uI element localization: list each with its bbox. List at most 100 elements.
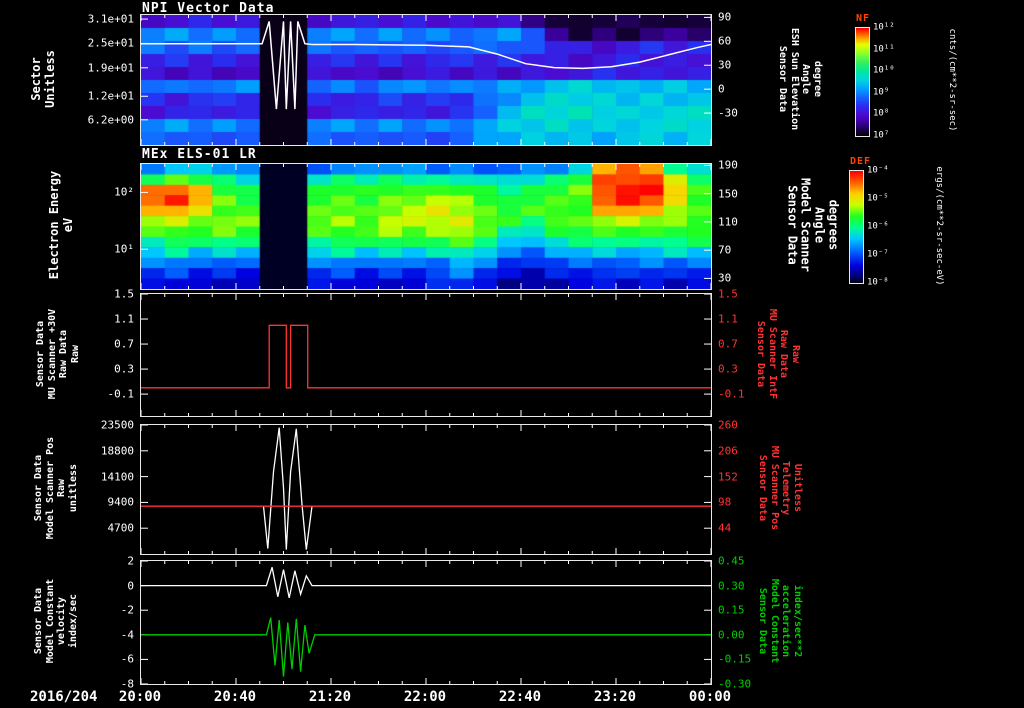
mu-scanner-30v-plot [141,294,711,416]
tick-label: 3.1e+01 [87,12,134,26]
tick-label: -0.1 [718,387,745,401]
tick-label: -2 [120,603,134,617]
axis-label-line: MU Scanner IntF [767,308,778,400]
time-tick-label: 23:20 [593,689,637,705]
tick-label: 1.1 [718,312,738,326]
axis-label-line: Model Scanner Pos [44,436,56,540]
def-gradient [850,171,863,283]
axis-label-line: MU Scanner +30V [46,308,58,400]
colorbar-tick-label: 10⁻⁴ [867,165,889,176]
model-velocity-line [141,567,711,599]
time-tick-label: 00:00 [688,689,732,705]
nf-gradient [856,28,869,136]
tick-label: 152 [718,470,738,484]
axis-label-line: velocity [56,596,67,646]
axis-label-line: Angle [812,206,827,244]
colorbar-tick-label: 10⁻⁸ [867,277,889,288]
axis-label-line: ESH Sun Elevation [789,27,800,131]
tick-label: 90 [718,10,732,24]
axis-label-line: Sensor Data [777,45,789,113]
axis-label-line: Sector [29,57,44,101]
colorbar1-unit-label: cnts/(cm**2-sr-sec) [947,29,957,132]
colorbar-tick-label: 10⁹ [873,87,890,98]
axis-label-line: Model Constant [44,578,56,664]
tick-label: 0.30 [718,579,745,593]
tick-label: 0.3 [718,362,738,376]
panel4-left-label: Sensor Data Model Scanner Pos Raw unitless [33,437,79,539]
tick-label: -0.30 [718,677,752,691]
nf-colorbar: 10¹² 10¹¹ 10¹⁰ 10⁹ 10⁸ 10⁷ [855,23,895,140]
axis-label-line: Sensor Data [755,320,767,388]
axis-label-line: eV [61,217,75,233]
panel1-left-label: Sector Unitless [29,50,58,108]
tick-label: 110 [718,215,738,229]
tick-label: 2.5e+01 [87,36,134,50]
tick-label: 10¹ [114,242,134,256]
mu-scanner-30v-line [141,324,711,389]
tick-label: 1.5 [114,287,134,301]
tick-label: -30 [718,106,738,120]
axis-label-line: Sensor Data [757,454,769,522]
axis-label-line: Sensor Data [35,320,46,388]
colorbar-tick-label: 10⁻⁶ [867,221,889,232]
panel2-left-label: Electron Energy eV [47,171,76,279]
axis-label-line: Sensor Data [33,454,44,522]
tick-label: 0.7 [114,337,134,351]
sun-elevation-line [141,21,711,110]
els-plot [141,164,711,289]
npi-spectrogram-panel: 3.1e+01 2.5e+01 1.9e+01 1.2e+01 6.2e+00 90 60 3… [88,12,738,146]
tick-label: 1.5 [718,287,738,301]
axis-label-line: Telemetry [780,460,792,516]
tick-label: 18800 [100,444,134,458]
axis-label-line: degrees [826,199,841,251]
colorbar-tick-label: 10⁻⁷ [867,249,889,260]
tick-label: 0.45 [718,554,745,568]
tick-label: 0.15 [718,603,745,617]
tick-label: -0.15 [718,652,752,666]
colorbar-tick-label: 10¹² [873,22,895,33]
axis-label-line: cnts/(cm**2-sr-sec) [947,28,958,132]
tick-label: -8 [120,677,134,691]
time-tick-label: 21:20 [308,689,352,705]
colorbar-tick-label: 10⁷ [873,130,890,141]
axis-label-line: Unitless [43,50,57,108]
axis-label-line: Raw Data [778,329,790,379]
tick-label: 206 [718,444,738,458]
mu-scanner-30v-panel: 1.5 1.1 0.7 0.3 -0.1 1.5 1.1 0.7 0.3 -0.1 [108,289,745,417]
tick-label: 2 [127,554,134,568]
axis-label-line: degree [812,60,823,98]
axis-label-line: Sensor Data [785,185,800,265]
tick-label: 0 [718,82,725,96]
tick-label: 260 [718,418,738,432]
scanner-pos-raw-line [262,427,313,550]
tick-label: 4700 [107,521,135,535]
axis-label-line: Unitless [792,463,803,513]
axis-label-line: MU Scanner Pos [769,445,780,531]
tick-label: 6.2e+00 [87,113,134,127]
tick-label: 30 [718,271,732,285]
tick-label: -4 [120,628,134,642]
panel5-left-label: Sensor Data Model Constant velocity index/s… [33,579,79,663]
axis-label-line: acceleration [780,584,792,658]
tick-label: -6 [120,652,134,666]
axis-label-line: Angle [800,63,812,95]
panel2-right-label: degrees Angle Model Scanner Sensor Data [784,178,841,272]
panel5-right-label: index/sec**2 acceleration Model Constant Se… [757,579,804,663]
colorbar-tick-label: 10⁻⁵ [867,193,889,204]
time-tick-label: 22:00 [403,689,447,705]
axis-label-line: ergs/(cm**2-sr-sec-eV) [934,166,945,286]
colorbar-tick-label: 10¹¹ [873,44,895,55]
axis-label-line: Sensor Data [757,587,769,655]
axis-label-line: unitless [67,463,79,513]
panel2-title: MEx ELS-01 LR [142,147,257,162]
axis-label-line: index/sec [67,593,79,649]
tick-label: 44 [718,521,732,535]
els-spectrogram-panel: 10² 10¹ 190 150 110 70 30 [114,160,738,290]
panel4-right-label: Unitless Telemetry MU Scanner Pos Sensor Da… [757,445,804,531]
axis-label-line: Sensor Data [33,587,44,655]
tick-label: 0.7 [718,337,738,351]
panel1-right-label: degree Angle ESH Sun Elevation Sensor Data [777,27,824,131]
plot-screen: NPI Vector Data MEx ELS-01 LR 3.1e+01 2.5… [0,0,1024,708]
tick-label: 10² [114,185,134,199]
tick-label: -0.1 [107,387,135,401]
